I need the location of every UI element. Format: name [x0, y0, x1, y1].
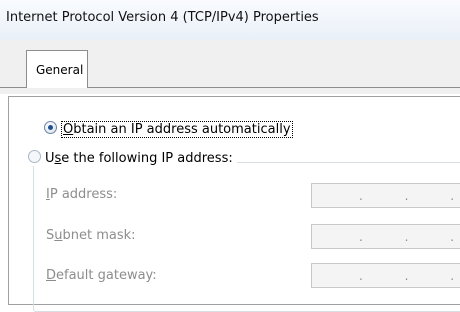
title-bar: Internet Protocol Version 4 (TCP/IPv4) P…: [0, 0, 460, 41]
ip-address-octet-separators: . . .: [359, 189, 455, 203]
obtain-ip-auto-label: Obtain an IP address automatically: [61, 121, 293, 138]
default-gateway-octet-separators: . . .: [359, 269, 455, 283]
separator: [0, 88, 460, 94]
radio-unchecked-icon: [28, 150, 41, 163]
radio-checked-icon: [44, 121, 57, 134]
use-following-ip-radio[interactable]: Use the following IP address:: [28, 150, 237, 166]
subnet-mask-octet-separators: . . .: [359, 230, 455, 244]
default-gateway-label: Default gateway:: [46, 268, 157, 283]
default-gateway-input[interactable]: . . .: [311, 263, 460, 288]
ip-address-label: IP address:: [46, 187, 118, 202]
subnet-mask-label: Subnet mask:: [46, 228, 136, 243]
ip-address-input[interactable]: . . .: [311, 183, 460, 208]
window-title: Internet Protocol Version 4 (TCP/IPv4) P…: [6, 10, 319, 25]
tab-general-label: General: [36, 63, 84, 77]
tab-strip: General: [0, 40, 460, 88]
tab-general[interactable]: General: [26, 50, 88, 88]
subnet-mask-input[interactable]: . . .: [311, 224, 460, 249]
use-following-ip-label: Use the following IP address:: [45, 151, 233, 166]
obtain-ip-auto-radio[interactable]: Obtain an IP address automatically: [44, 121, 293, 138]
